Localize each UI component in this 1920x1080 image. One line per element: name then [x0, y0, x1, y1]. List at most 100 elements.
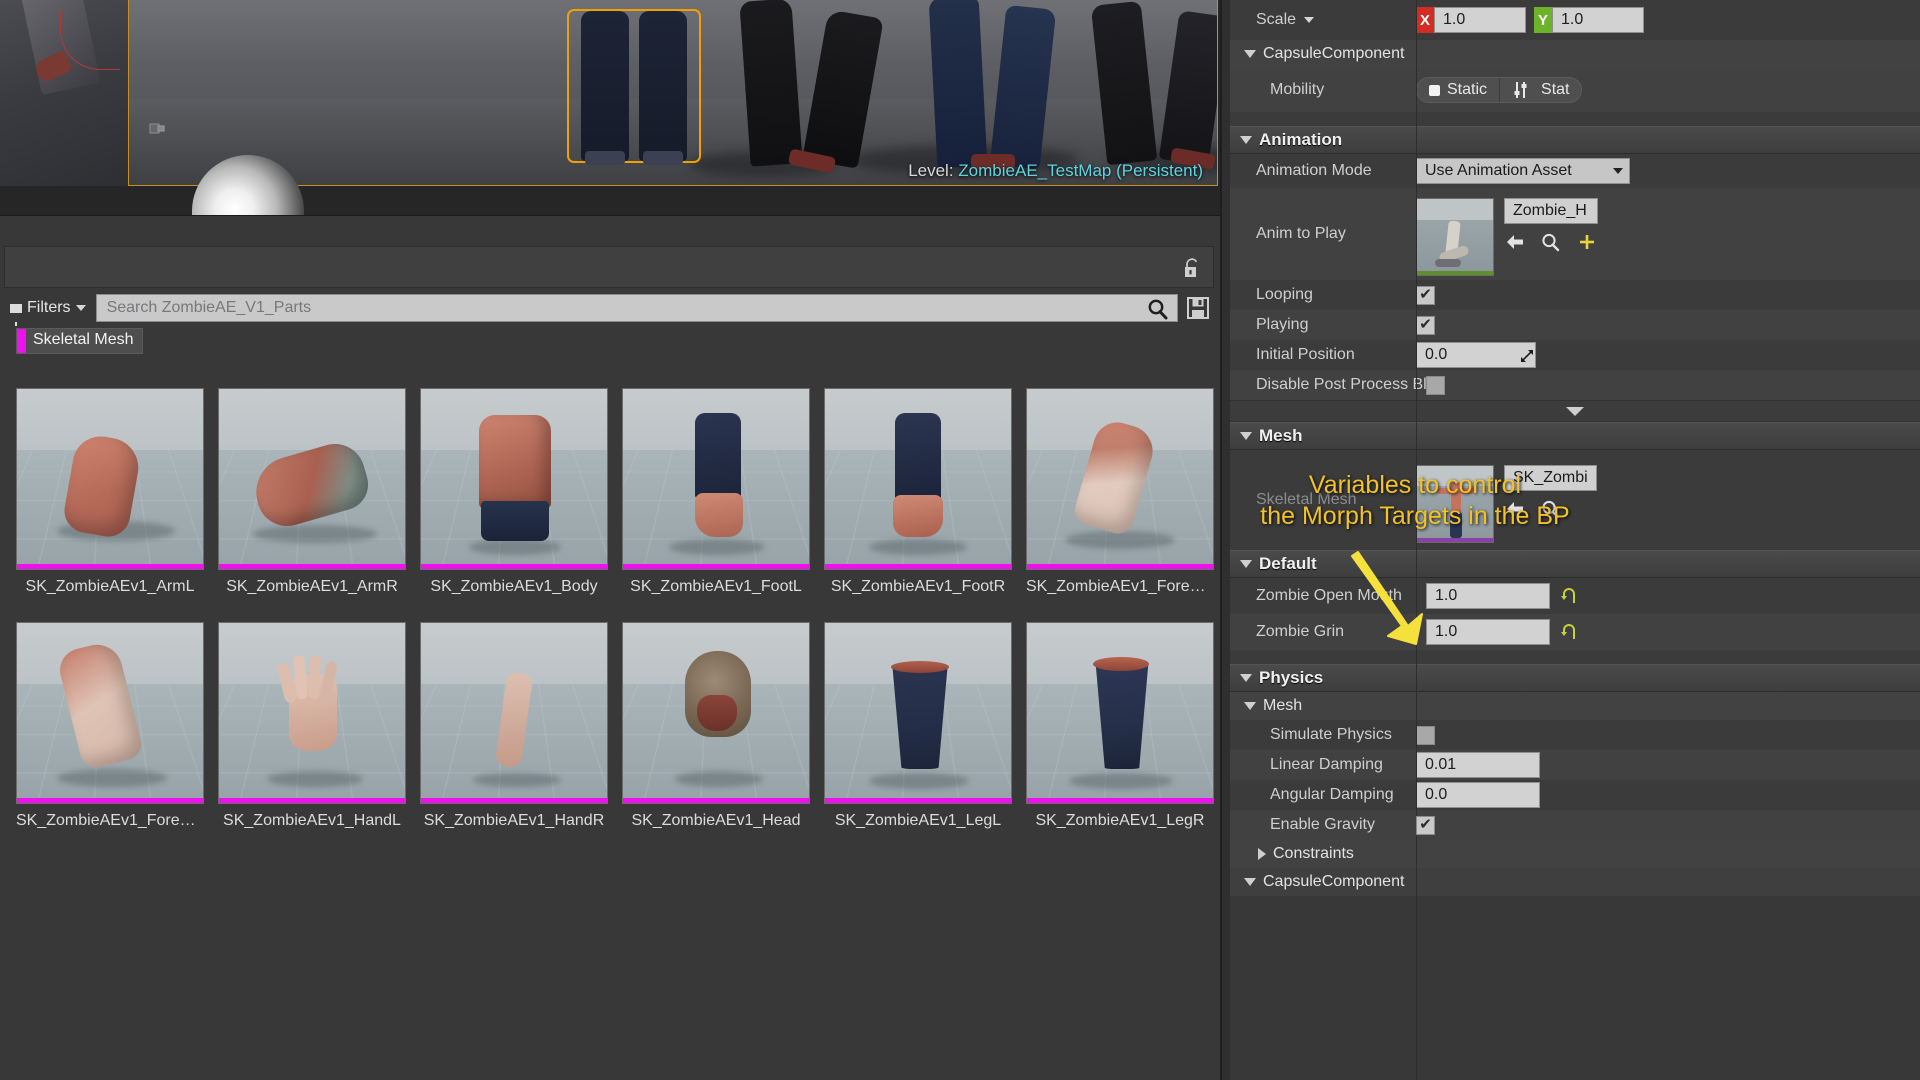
search-input[interactable]: Search ZombieAE_V1_Parts: [95, 294, 1178, 322]
mobility-option-static[interactable]: Static: [1417, 78, 1501, 102]
drag-handle-icon[interactable]: [1520, 349, 1534, 363]
asset-item[interactable]: SK_ZombieAEv1_LegR: [1026, 622, 1214, 830]
category-mesh[interactable]: Mesh: [1230, 422, 1920, 450]
subheader-physics-mesh[interactable]: Mesh: [1230, 692, 1920, 720]
level-name: ZombieAE_TestMap (Persistent): [958, 161, 1203, 180]
selected-actor[interactable]: [567, 9, 701, 165]
scale-y-field[interactable]: Y 1.0: [1534, 7, 1644, 33]
asset-thumbnail[interactable]: [824, 622, 1012, 804]
asset-thumbnail[interactable]: [218, 388, 406, 570]
scale-y-value[interactable]: 1.0: [1552, 7, 1644, 33]
mobility-toggle-group[interactable]: Static Stat: [1416, 77, 1583, 103]
actor-dark[interactable]: [739, 0, 889, 174]
asset-item[interactable]: SK_ZombieAEv1_ArmL: [16, 388, 204, 596]
lock-icon[interactable]: [1183, 257, 1201, 279]
anim-asset-name[interactable]: Zombie_H: [1504, 198, 1598, 224]
new-asset-icon[interactable]: [1576, 232, 1598, 252]
chevron-down-icon[interactable]: [1304, 17, 1315, 23]
category-animation[interactable]: Animation: [1230, 126, 1920, 154]
asset-item[interactable]: SK_ZombieAEv1_Body: [420, 388, 608, 596]
use-selected-asset-icon[interactable]: [1504, 232, 1526, 252]
actor-far[interactable]: [1089, 0, 1217, 170]
details-panel-gutter: [1222, 0, 1230, 1080]
skeletal-mesh-name[interactable]: SK_Zombi: [1504, 465, 1597, 491]
anim-asset-thumbnail[interactable]: [1416, 198, 1494, 276]
asset-thumbnail[interactable]: [16, 388, 204, 570]
asset-item[interactable]: SK_ZombieAEv1_ForeArmR: [16, 622, 204, 830]
asset-thumbnail[interactable]: [420, 388, 608, 570]
asset-row: SK_ZombieAEv1_ForeArmR SK_ZombieAEv1_Han…: [16, 622, 1214, 830]
zombie-grin-label: Zombie Grin: [1256, 623, 1345, 640]
category-physics[interactable]: Physics: [1230, 664, 1920, 692]
disable-post-process-checkbox[interactable]: [1426, 375, 1445, 395]
asset-item[interactable]: SK_ZombieAEv1_FootL: [622, 388, 810, 596]
asset-thumbnail[interactable]: [622, 388, 810, 570]
asset-label: SK_ZombieAEv1_Body: [430, 578, 598, 595]
property-row-enable-gravity: Enable Gravity ✔: [1230, 0, 1920, 1080]
mobility-option-stationary[interactable]: Stat: [1500, 78, 1581, 102]
playing-checkbox[interactable]: ✔: [1416, 315, 1435, 335]
subheader-capsule-component[interactable]: CapsuleComponent: [1230, 40, 1920, 68]
actor-jeans[interactable]: [919, 0, 1064, 170]
subheader-physics-capsule-component[interactable]: CapsuleComponent: [1230, 868, 1920, 896]
filters-label: Filters: [27, 299, 71, 316]
asset-row: SK_ZombieAEv1_ArmL SK_ZombieAEv1_ArmR SK…: [16, 388, 1214, 596]
reset-to-default-icon[interactable]: [1560, 586, 1578, 606]
simulate-physics-label: Simulate Physics: [1270, 726, 1392, 743]
asset-label: SK_ZombieAEv1_FootL: [630, 578, 802, 595]
browse-to-asset-icon[interactable]: [1540, 499, 1562, 519]
animation-title: Animation: [1259, 130, 1343, 149]
simulate-physics-checkbox[interactable]: [1416, 725, 1435, 745]
initial-position-value[interactable]: 0.0: [1416, 342, 1536, 368]
filters-button[interactable]: Filters: [4, 294, 94, 326]
zombie-open-mouth-value[interactable]: 1.0: [1426, 583, 1550, 609]
show-all-properties-expander[interactable]: [1230, 400, 1920, 422]
asset-thumbnail[interactable]: [824, 388, 1012, 570]
viewport-render-area[interactable]: Level: ZombieAE_TestMap (Persistent): [128, 0, 1218, 186]
viewport-background-left: [0, 0, 128, 186]
expand-triangle-icon: [1244, 702, 1256, 710]
angular-damping-value[interactable]: 0.0: [1416, 782, 1540, 808]
scale-x-value[interactable]: 1.0: [1434, 7, 1526, 33]
mobility-option-label: Stat: [1541, 81, 1570, 98]
chevron-down-icon: [1566, 406, 1584, 416]
physics-capsule-title: CapsuleComponent: [1263, 873, 1405, 890]
scale-x-field[interactable]: X 1.0: [1416, 7, 1526, 33]
browse-to-asset-icon[interactable]: [1540, 232, 1562, 252]
asset-thumbnail[interactable]: [420, 622, 608, 804]
skeletal-mesh-thumbnail[interactable]: [1416, 465, 1494, 543]
asset-thumbnail[interactable]: [1026, 388, 1214, 570]
enable-gravity-checkbox[interactable]: ✔: [1416, 815, 1435, 835]
property-row-mobility: Mobility Static Stat: [1230, 0, 1920, 1080]
asset-label: SK_ZombieAEv1_LegR: [1035, 812, 1205, 829]
asset-item[interactable]: SK_ZombieAEv1_HandR: [420, 622, 608, 830]
asset-item[interactable]: SK_ZombieAEv1_FootR: [824, 388, 1012, 596]
property-row-playing: Playing ✔: [1230, 0, 1920, 1080]
asset-item[interactable]: SK_ZombieAEv1_HandL: [218, 622, 406, 830]
level-viewport-panel: Level: ZombieAE_TestMap (Persistent): [0, 0, 1220, 216]
asset-item[interactable]: SK_ZombieAEv1_ArmR: [218, 388, 406, 596]
asset-thumbnail[interactable]: [16, 622, 204, 804]
category-default[interactable]: Default: [1230, 550, 1920, 578]
looping-checkbox[interactable]: ✔: [1416, 285, 1435, 305]
animation-mode-value: Use Animation Asset: [1425, 162, 1572, 179]
reset-to-default-icon[interactable]: [1560, 622, 1578, 642]
magnifier-icon[interactable]: [1147, 298, 1169, 320]
asset-item[interactable]: SK_ZombieAEv1_ForeArmL: [1026, 388, 1214, 596]
save-icon[interactable]: [1186, 296, 1210, 320]
axis-y-tag: Y: [1534, 7, 1552, 33]
asset-item[interactable]: SK_ZombieAEv1_Head: [622, 622, 810, 830]
asset-thumbnail[interactable]: [218, 622, 406, 804]
level-status-label: Level: ZombieAE_TestMap (Persistent): [908, 161, 1203, 181]
linear-damping-value[interactable]: 0.01: [1416, 752, 1540, 778]
asset-item[interactable]: SK_ZombieAEv1_LegL: [824, 622, 1012, 830]
use-selected-asset-icon[interactable]: [1504, 499, 1526, 519]
asset-thumbnail[interactable]: [622, 622, 810, 804]
subheader-constraints[interactable]: Constraints: [1230, 840, 1920, 868]
zombie-grin-value[interactable]: 1.0: [1426, 619, 1550, 645]
asset-thumbnail[interactable]: [1026, 622, 1214, 804]
property-row-angular-damping: Angular Damping 0.0: [1230, 0, 1920, 1080]
property-row-zombie-grin: Zombie Grin 1.0: [1230, 0, 1920, 1080]
animation-mode-dropdown[interactable]: Use Animation Asset: [1416, 158, 1630, 184]
content-browser-panel: Filters Search ZombieAE_V1_Parts Skeleta…: [0, 216, 1220, 1080]
